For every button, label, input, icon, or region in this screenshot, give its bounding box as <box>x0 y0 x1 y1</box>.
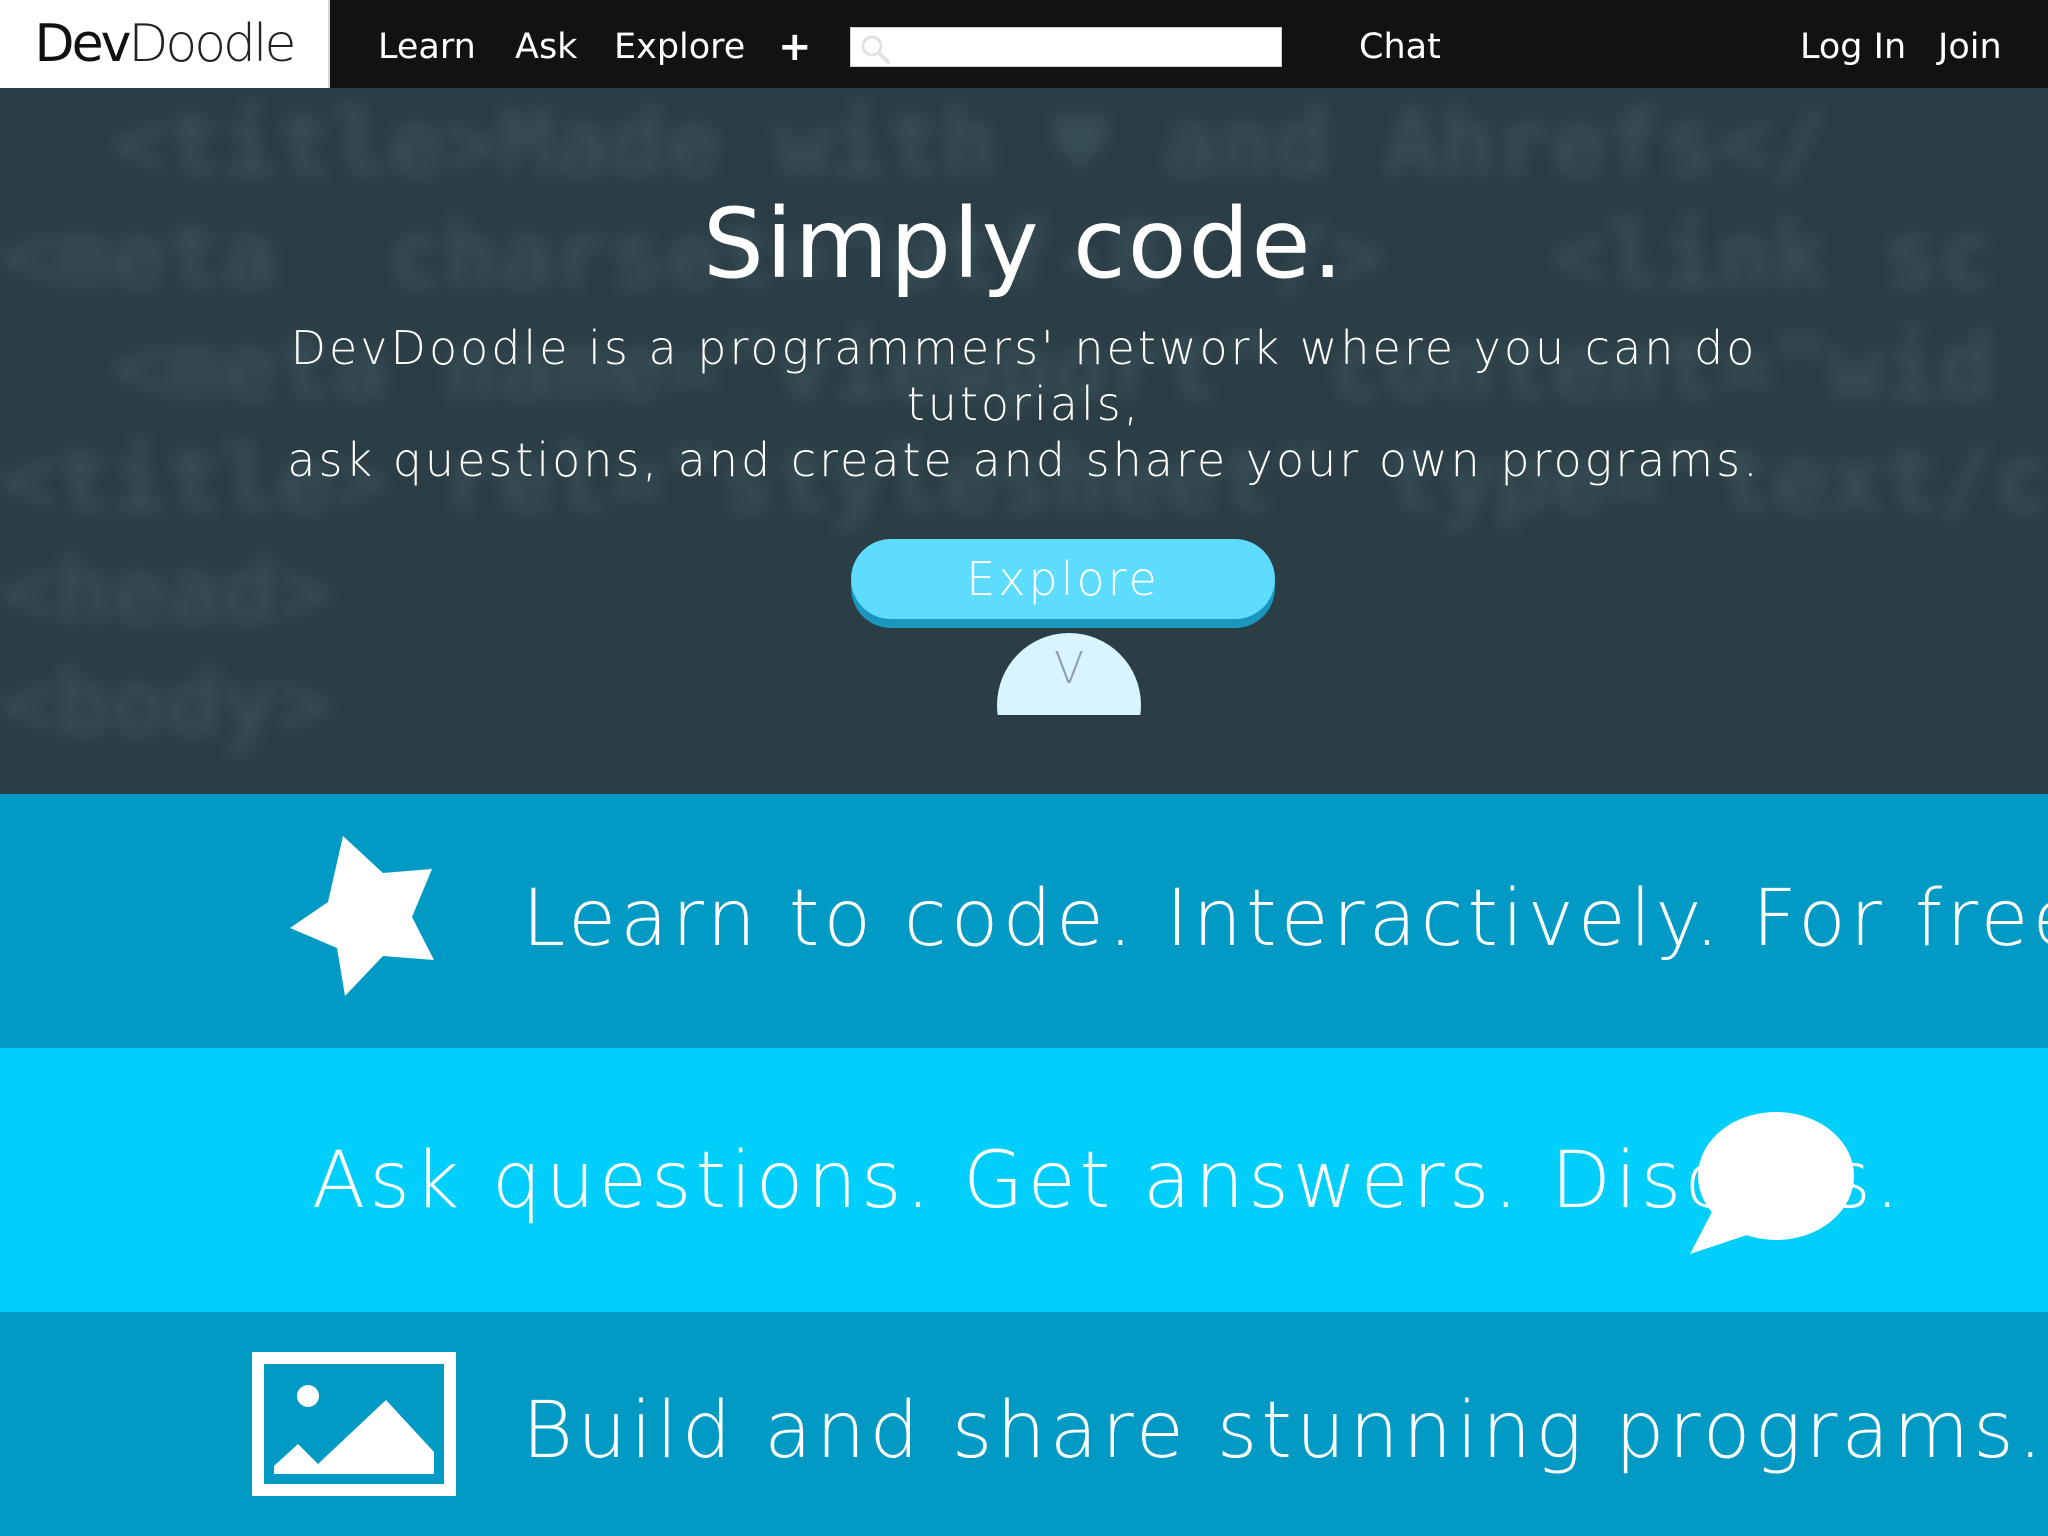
hero-subtitle-line-2: ask questions, and create and share your… <box>287 433 1761 487</box>
feature-build: Build and share stunning programs. <box>0 1312 2048 1536</box>
hero-subtitle-line-1: DevDoodle is a programmers' network wher… <box>290 321 1758 431</box>
feature-build-text: Build and share stunning programs. <box>522 1386 2047 1476</box>
search-icon <box>861 35 890 64</box>
chevron-down-icon: V <box>1053 643 1085 694</box>
nav-ask[interactable]: Ask <box>515 0 577 88</box>
search-input[interactable] <box>899 28 1279 68</box>
feature-learn: Learn to code. Interactively. For free. <box>0 794 2048 1048</box>
logo-doodle: Doodle <box>128 14 296 74</box>
search-box[interactable] <box>850 27 1282 68</box>
logo-dev: Dev <box>34 14 132 74</box>
hero-subtitle: DevDoodle is a programmers' network wher… <box>224 320 1824 488</box>
explore-button[interactable]: Explore <box>851 539 1275 619</box>
feature-ask: Ask questions. Get answers. Discuss. <box>0 1048 2048 1312</box>
logo[interactable]: Dev Doodle <box>0 0 330 88</box>
feature-learn-text: Learn to code. Interactively. For free. <box>522 874 2048 964</box>
nav-join[interactable]: Join <box>1938 0 2002 88</box>
speech-bubble-icon <box>1690 1112 1854 1254</box>
nav-login[interactable]: Log In <box>1800 0 1906 88</box>
image-icon <box>252 1352 456 1496</box>
feature-ask-text: Ask questions. Get answers. Discuss. <box>312 1136 1904 1226</box>
top-nav: Dev Doodle Learn Ask Explore + Chat Log I… <box>0 0 2048 88</box>
hero-title: Simply code. <box>702 188 1346 300</box>
nav-learn[interactable]: Learn <box>378 0 476 88</box>
nav-new-program-button[interactable]: + <box>778 0 812 88</box>
nav-chat[interactable]: Chat <box>1359 0 1441 88</box>
nav-explore[interactable]: Explore <box>614 0 745 88</box>
star-icon <box>290 836 434 996</box>
